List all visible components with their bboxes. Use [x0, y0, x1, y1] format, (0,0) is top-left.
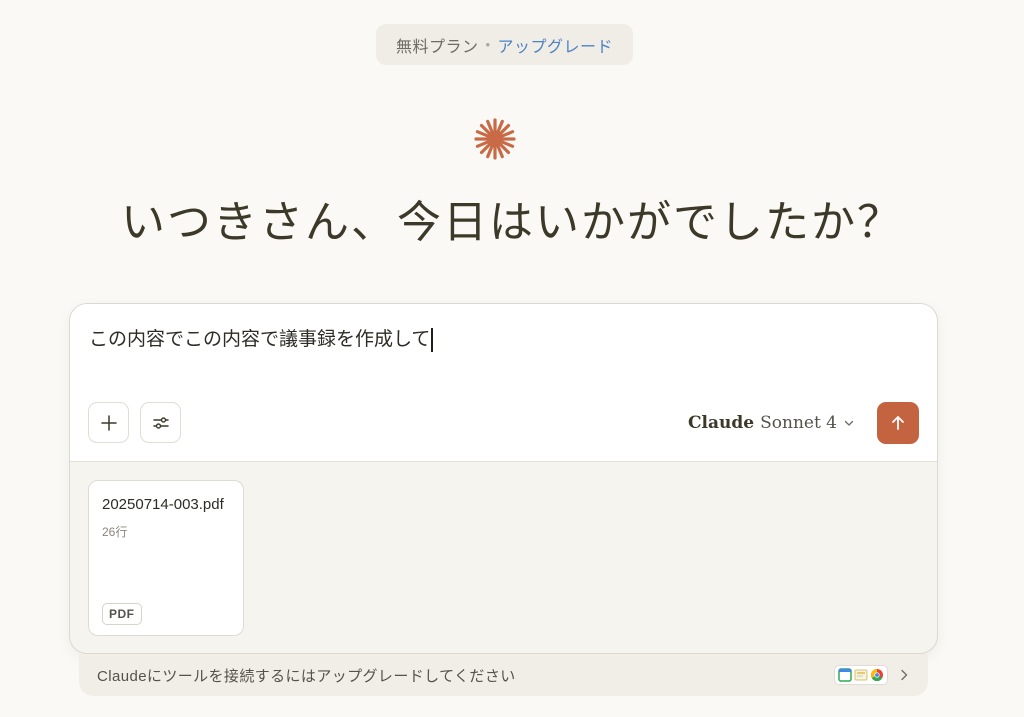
plus-icon [100, 414, 117, 431]
plan-label: 無料プラン [395, 38, 479, 56]
upgrade-link[interactable]: アップグレード [498, 33, 614, 57]
app-page: 無料プラン • アップグレード いつきさん、今日はいかがでしたか？ この内容でこ… [0, 0, 1024, 717]
model-selector[interactable]: Claude Sonnet 4 [688, 413, 855, 433]
prompt-input[interactable]: この内容でこの内容で議事録を作成して [89, 327, 917, 353]
send-button[interactable] [877, 402, 919, 444]
greeting-heading: いつきさん、今日はいかがでしたか？ [121, 197, 903, 248]
prompt-input-text: この内容でこの内容で議事録を作成して [89, 329, 431, 350]
attachment-type-badge: PDF [102, 603, 142, 625]
chevron-right-icon [898, 668, 910, 682]
sliders-icon [152, 416, 169, 429]
add-attachment-button[interactable] [88, 402, 129, 443]
attachment-line-count: 26行 [102, 525, 128, 539]
attachment-file-name: 20250714-003.pdf [102, 496, 224, 513]
google-calendar-icon [838, 668, 852, 682]
connect-tools-text: Claudeにツールを接続するにはアップグレードしてください [97, 667, 516, 685]
attachment-card[interactable]: 20250714-003.pdf 26行 PDF [88, 480, 244, 636]
plan-separator: • [485, 37, 491, 52]
connector-icons [834, 665, 888, 685]
model-brand: Claude [688, 413, 755, 433]
chevron-down-icon [844, 420, 854, 426]
tools-settings-button[interactable] [140, 402, 181, 443]
chrome-icon [870, 669, 883, 682]
connect-tools-banner[interactable]: Claudeにツールを接続するにはアップグレードしてください [79, 654, 928, 696]
arrow-up-icon [892, 416, 904, 430]
composer-input-area: この内容でこの内容で議事録を作成して Claude Sonnet 4 [70, 304, 937, 462]
composer: この内容でこの内容で議事録を作成して Claude Sonnet 4 20250… [69, 303, 938, 654]
claude-spark-icon [474, 118, 516, 160]
plan-banner: 無料プラン • アップグレード [376, 24, 633, 65]
text-caret [431, 327, 433, 352]
model-name: Sonnet 4 [760, 413, 837, 433]
google-drive-icon [854, 669, 868, 681]
